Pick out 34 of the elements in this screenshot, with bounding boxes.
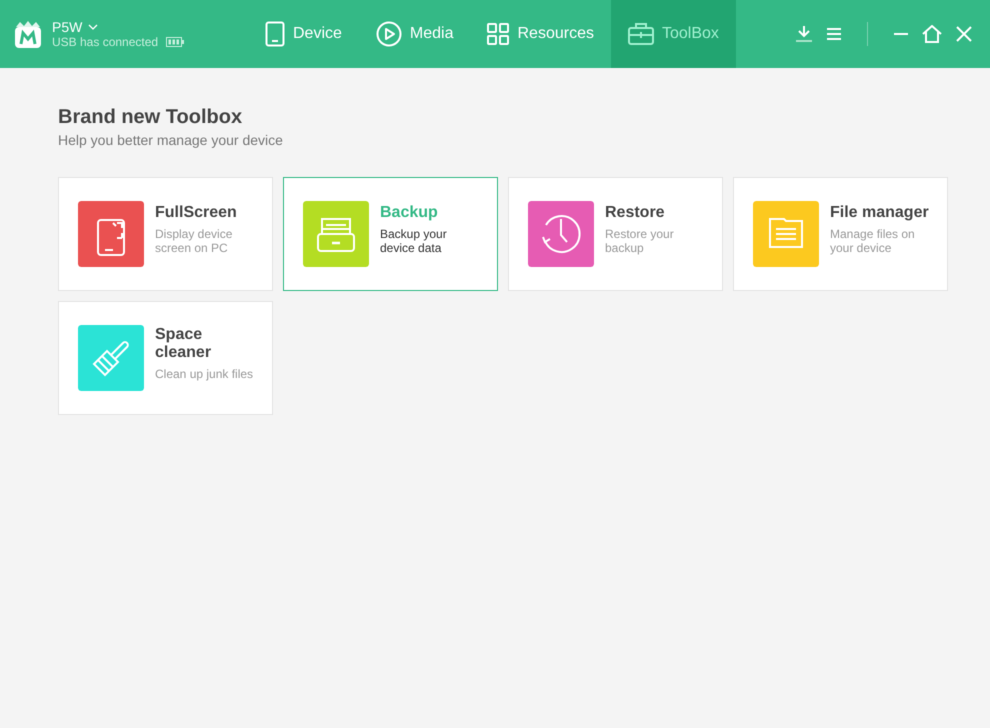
app-logo (14, 19, 42, 49)
home-icon[interactable] (922, 25, 942, 43)
tool-card[interactable]: Backup Backup your device data (283, 177, 498, 291)
brush-icon (92, 341, 129, 376)
menu-icon[interactable] (827, 28, 841, 40)
drawer-icon (317, 218, 355, 252)
tool-title: Space cleaner (155, 326, 212, 362)
tool-card[interactable]: Space cleaner Clean up junk files (58, 301, 273, 415)
play-icon (376, 21, 402, 47)
tool-title: Restore (605, 204, 666, 222)
battery-icon (166, 37, 184, 47)
toolbox-icon (628, 22, 654, 46)
grid-icon (487, 23, 510, 45)
tool-card[interactable]: File manager Manage files on your device (733, 177, 948, 291)
page-subtitle: Help you better manage your device (58, 132, 284, 148)
page-title: Brand new Toolbox (58, 106, 244, 129)
close-icon[interactable] (956, 26, 972, 42)
folder-icon (769, 218, 803, 248)
download-icon[interactable] (795, 25, 813, 43)
clock-restore-icon (542, 215, 581, 253)
tool-description: Backup your device data (380, 226, 448, 254)
tool-description: Manage files on your device (830, 226, 916, 254)
tool-card[interactable]: Restore Restore your backup (508, 177, 723, 291)
tool-description: Clean up junk files (155, 366, 254, 380)
chevron-down-icon[interactable] (88, 24, 98, 30)
phone-icon (265, 21, 285, 47)
tool-card[interactable]: FullScreen Display device screen on PC (58, 177, 273, 291)
tool-description: Restore your backup (605, 226, 675, 254)
tablet-expand-icon (97, 219, 125, 256)
tool-title: Backup (380, 204, 439, 222)
connection-status: USB has connected (52, 35, 158, 49)
tool-description: Display device screen on PC (155, 226, 234, 254)
tool-title: File manager (830, 204, 930, 222)
tool-title: FullScreen (155, 204, 238, 222)
